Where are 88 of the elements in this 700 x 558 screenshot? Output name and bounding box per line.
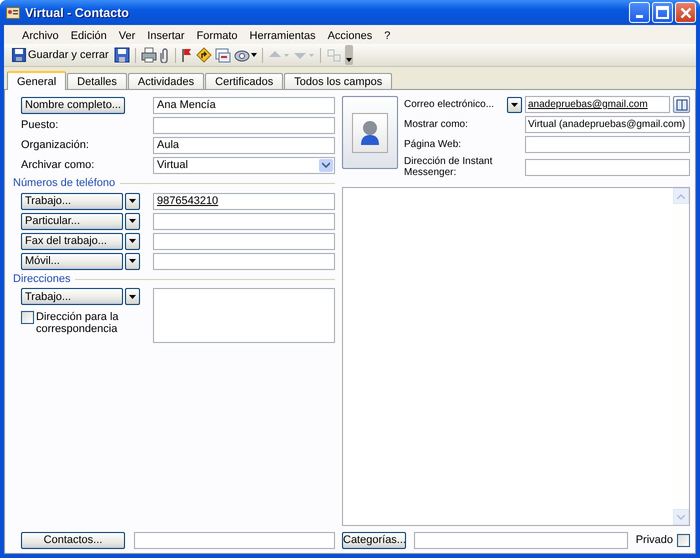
photo-button[interactable] — [342, 96, 398, 169]
field-label: Página Web: — [404, 139, 462, 150]
dropdown-button[interactable] — [507, 96, 522, 112]
tab[interactable]: Actividades — [128, 73, 204, 89]
contacts-button[interactable]: Contactos... — [21, 532, 125, 548]
menu-item[interactable]: Herramientas — [244, 30, 322, 42]
menu-item[interactable]: ? — [378, 30, 396, 42]
text-field[interactable] — [525, 136, 690, 153]
minimize-button[interactable] — [629, 2, 650, 23]
address-book-button[interactable] — [673, 96, 690, 113]
field-label: Mostrar como: — [404, 119, 469, 130]
address-field[interactable] — [153, 288, 335, 343]
chevron-down-icon — [322, 162, 330, 168]
categories-field[interactable] — [414, 532, 628, 548]
phone-field[interactable] — [153, 252, 335, 270]
checkbox[interactable] — [677, 534, 690, 546]
field-label: Organización: — [21, 139, 89, 151]
chevron-up-icon — [677, 194, 685, 198]
section-title: Direcciones — [13, 273, 70, 285]
chevron-down-icon — [677, 514, 685, 520]
dropdown-button[interactable] — [125, 288, 140, 305]
checkbox-label: Privado — [636, 534, 673, 546]
caret-icon — [511, 102, 518, 106]
tab[interactable]: General — [7, 71, 66, 90]
caret-icon — [250, 53, 257, 57]
dropdown-button[interactable] — [125, 192, 140, 210]
field-label: Puesto: — [21, 119, 58, 131]
person-icon — [360, 120, 380, 146]
phone-field[interactable] — [153, 212, 335, 230]
window-title: Virtual - Contacto — [25, 6, 130, 20]
field-label: Archivar como: — [21, 159, 94, 171]
notes-field[interactable] — [342, 187, 690, 526]
address-type-button[interactable]: Trabajo... — [21, 288, 123, 305]
dropdown-button[interactable] — [319, 158, 333, 172]
caret-icon — [129, 239, 136, 243]
maximize-icon — [656, 6, 669, 19]
close-icon — [680, 6, 692, 18]
card-icon[interactable] — [214, 47, 231, 63]
phone-field[interactable] — [153, 232, 335, 250]
phone-field[interactable]: 9876543210 — [153, 192, 335, 210]
caret-icon — [129, 199, 136, 203]
tab[interactable]: Detalles — [67, 73, 127, 89]
phone-type-button[interactable]: Móvil... — [21, 252, 123, 270]
book-icon — [676, 98, 688, 110]
full-name-button[interactable]: Nombre completo... — [21, 96, 125, 114]
menu-item[interactable]: Archivo — [16, 30, 65, 42]
checkbox-label: Dirección para la correspondencia — [36, 311, 120, 335]
text-field[interactable]: Aula — [153, 136, 335, 154]
text-field[interactable] — [525, 158, 690, 176]
contacts-field[interactable] — [134, 532, 335, 548]
tab[interactable]: Certificados — [205, 73, 284, 89]
text-field[interactable]: Virtual (anadepruebas@gmail.com) — [525, 116, 690, 133]
phone-type-button[interactable]: Fax del trabajo... — [21, 232, 123, 250]
caret-icon — [129, 294, 136, 298]
save-close-button[interactable]: Guardar y cerrar — [10, 48, 111, 62]
categories-button[interactable]: Categorías... — [342, 532, 406, 548]
dropdown-button[interactable] — [125, 232, 140, 250]
full-name-field[interactable]: Ana Mencía — [153, 96, 335, 114]
section-title: Números de teléfono — [13, 177, 116, 189]
caret-icon — [129, 219, 136, 223]
caret-icon — [346, 58, 352, 62]
menu-item[interactable]: Formato — [190, 30, 244, 42]
phone-type-button[interactable]: Trabajo... — [21, 192, 123, 210]
diamond-arrow-icon[interactable] — [196, 47, 212, 63]
checkbox[interactable] — [21, 311, 34, 324]
dropdown-button[interactable] — [125, 252, 140, 270]
menu-item[interactable]: Acciones — [322, 30, 378, 42]
tab[interactable]: Todos los campos — [284, 73, 392, 89]
maximize-button[interactable] — [652, 2, 673, 23]
minimize-icon — [636, 15, 643, 18]
email-button[interactable]: Correo electrónico... — [404, 99, 494, 110]
close-button[interactable] — [675, 2, 696, 23]
flag-icon[interactable] — [180, 47, 193, 63]
field-label: Dirección de Instant Messenger: — [404, 156, 494, 178]
paperclip-icon[interactable] — [160, 47, 170, 63]
menu-item[interactable]: Ver — [112, 30, 142, 42]
menu-item[interactable]: Edición — [64, 30, 113, 42]
phone-type-button[interactable]: Particular... — [21, 212, 123, 230]
save-icon[interactable] — [114, 47, 130, 63]
printer-icon[interactable] — [140, 47, 157, 63]
menu-item[interactable]: Insertar — [141, 30, 191, 42]
file-as-combo[interactable]: Virtual — [153, 156, 335, 174]
dropdown-button[interactable] — [125, 212, 140, 230]
caret-icon — [129, 259, 136, 263]
contact-card-icon — [6, 6, 20, 18]
text-field[interactable] — [153, 116, 335, 134]
toolbar-overflow-button[interactable] — [344, 45, 353, 65]
email-field[interactable]: anadepruebas@gmail.com — [525, 96, 670, 113]
